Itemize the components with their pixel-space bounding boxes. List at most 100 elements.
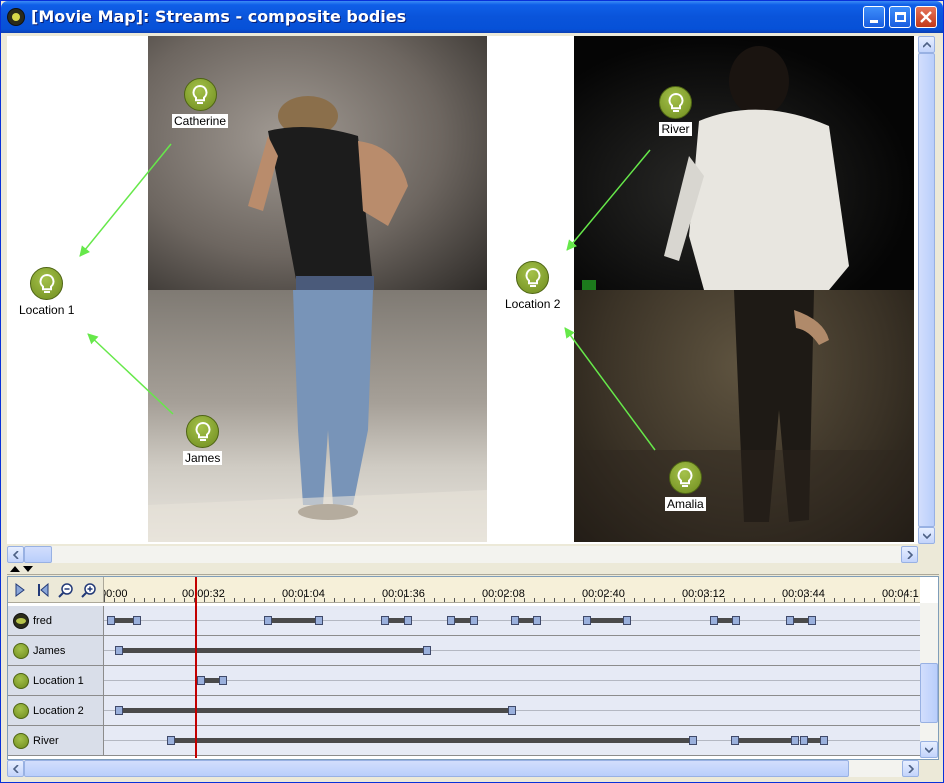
- row-header[interactable]: fred: [8, 606, 104, 636]
- clip-end-handle[interactable]: [423, 646, 431, 655]
- movie-map-window: [Movie Map]: Streams - composite bodies: [0, 0, 944, 783]
- clip-end-handle[interactable]: [533, 616, 541, 625]
- scroll-down-button[interactable]: [918, 527, 935, 544]
- clip-start-handle[interactable]: [800, 736, 808, 745]
- zoom-in-button[interactable]: [79, 580, 99, 600]
- timeline-row-james[interactable]: James: [8, 636, 920, 666]
- ruler-tick: [634, 598, 635, 602]
- ruler-tick: [424, 598, 425, 602]
- clip-end-handle[interactable]: [470, 616, 478, 625]
- row-header[interactable]: Location 2: [8, 696, 104, 726]
- clip-segment[interactable]: [733, 738, 795, 743]
- ruler-tick: [554, 598, 555, 602]
- clip-segment[interactable]: [266, 618, 319, 623]
- clip-segment[interactable]: [169, 738, 693, 743]
- row-track[interactable]: [104, 666, 920, 696]
- row-track[interactable]: [104, 726, 920, 756]
- row-track[interactable]: [104, 636, 920, 666]
- clip-start-handle[interactable]: [107, 616, 115, 625]
- clip-segment[interactable]: [117, 648, 427, 653]
- ruler-tick: [584, 598, 585, 602]
- node-james[interactable]: James: [183, 415, 223, 465]
- ruler-tick: [164, 598, 165, 602]
- ruler-tick: [314, 598, 315, 602]
- scroll-thumb[interactable]: [24, 760, 849, 777]
- row-header[interactable]: River: [8, 726, 104, 756]
- timeline-vertical-scrollbar[interactable]: [920, 603, 938, 758]
- row-header[interactable]: James: [8, 636, 104, 666]
- ruler-tick: [104, 594, 105, 602]
- scroll-thumb[interactable]: [24, 546, 52, 563]
- clip-start-handle[interactable]: [786, 616, 794, 625]
- clip-end-handle[interactable]: [732, 616, 740, 625]
- clip-start-handle[interactable]: [264, 616, 272, 625]
- timeline-row-location-1[interactable]: Location 1: [8, 666, 920, 696]
- scroll-right-button[interactable]: [902, 760, 919, 777]
- pane-splitter[interactable]: [7, 565, 939, 575]
- clip-start-handle[interactable]: [731, 736, 739, 745]
- clip-start-handle[interactable]: [511, 616, 519, 625]
- close-button[interactable]: [915, 6, 937, 28]
- clip-end-handle[interactable]: [219, 676, 227, 685]
- clip-start-handle[interactable]: [381, 616, 389, 625]
- clip-end-handle[interactable]: [315, 616, 323, 625]
- row-label: fred: [33, 614, 52, 627]
- clip-end-handle[interactable]: [808, 616, 816, 625]
- scroll-left-button[interactable]: [7, 546, 24, 563]
- scroll-up-button[interactable]: [918, 36, 935, 53]
- scroll-thumb[interactable]: [918, 53, 935, 527]
- map-horizontal-scrollbar[interactable]: [7, 546, 918, 563]
- rewind-to-start-icon: [38, 582, 49, 597]
- map-vertical-scrollbar[interactable]: [918, 36, 935, 544]
- clip-start-handle[interactable]: [197, 676, 205, 685]
- ruler-tick: [144, 598, 145, 602]
- scroll-thumb[interactable]: [920, 663, 938, 723]
- clip-start-handle[interactable]: [583, 616, 591, 625]
- timeline-row-location-2[interactable]: Location 2: [8, 696, 920, 726]
- minimize-button[interactable]: [863, 6, 885, 28]
- node-amalia[interactable]: Amalia: [665, 461, 706, 511]
- clip-end-handle[interactable]: [623, 616, 631, 625]
- row-track[interactable]: [104, 696, 920, 726]
- node-river[interactable]: River: [659, 86, 692, 136]
- clip-segment[interactable]: [585, 618, 627, 623]
- node-catherine[interactable]: Catherine: [172, 78, 229, 128]
- ruler-tick: [594, 598, 595, 602]
- clip-start-handle[interactable]: [115, 646, 123, 655]
- time-ruler[interactable]: 00:00 00:00:32 00:01:04 00:01:36 00:02:0…: [104, 577, 920, 603]
- timeline-row-river[interactable]: River: [8, 726, 920, 756]
- clip-end-handle[interactable]: [791, 736, 799, 745]
- collapse-expand-icon[interactable]: [9, 565, 35, 574]
- scroll-left-button[interactable]: [7, 760, 24, 777]
- lightbulb-icon: [183, 78, 217, 111]
- clip-start-handle[interactable]: [115, 706, 123, 715]
- scroll-down-button[interactable]: [920, 741, 938, 758]
- clip-end-handle[interactable]: [820, 736, 828, 745]
- ruler-tick: [444, 598, 445, 602]
- ruler-tick: [514, 598, 515, 602]
- zoom-out-button[interactable]: [56, 580, 76, 600]
- ruler-tick: [854, 598, 855, 602]
- clip-end-handle[interactable]: [689, 736, 697, 745]
- row-header[interactable]: Location 1: [8, 666, 104, 696]
- clip-end-handle[interactable]: [404, 616, 412, 625]
- rewind-to-start-button[interactable]: [33, 580, 53, 600]
- title-bar[interactable]: [Movie Map]: Streams - composite bodies: [1, 1, 943, 33]
- node-location-1[interactable]: Location 1: [17, 267, 77, 317]
- row-track[interactable]: [104, 606, 920, 636]
- clip-end-handle[interactable]: [508, 706, 516, 715]
- clip-start-handle[interactable]: [710, 616, 718, 625]
- timeline-horizontal-scrollbar[interactable]: [7, 760, 919, 777]
- clip-start-handle[interactable]: [447, 616, 455, 625]
- movie-map-canvas[interactable]: Catherine James Location 1 Location 2 Ri…: [7, 36, 918, 544]
- arrow-right-icon: [907, 764, 914, 773]
- play-button[interactable]: [10, 580, 30, 600]
- scroll-right-button[interactable]: [901, 546, 918, 563]
- clip-start-handle[interactable]: [167, 736, 175, 745]
- clip-end-handle[interactable]: [133, 616, 141, 625]
- node-location-2[interactable]: Location 2: [503, 261, 563, 311]
- maximize-button[interactable]: [889, 6, 911, 28]
- clip-segment[interactable]: [117, 708, 512, 713]
- timeline-row-fred[interactable]: fred: [8, 606, 920, 636]
- playhead-marker[interactable]: [195, 577, 197, 758]
